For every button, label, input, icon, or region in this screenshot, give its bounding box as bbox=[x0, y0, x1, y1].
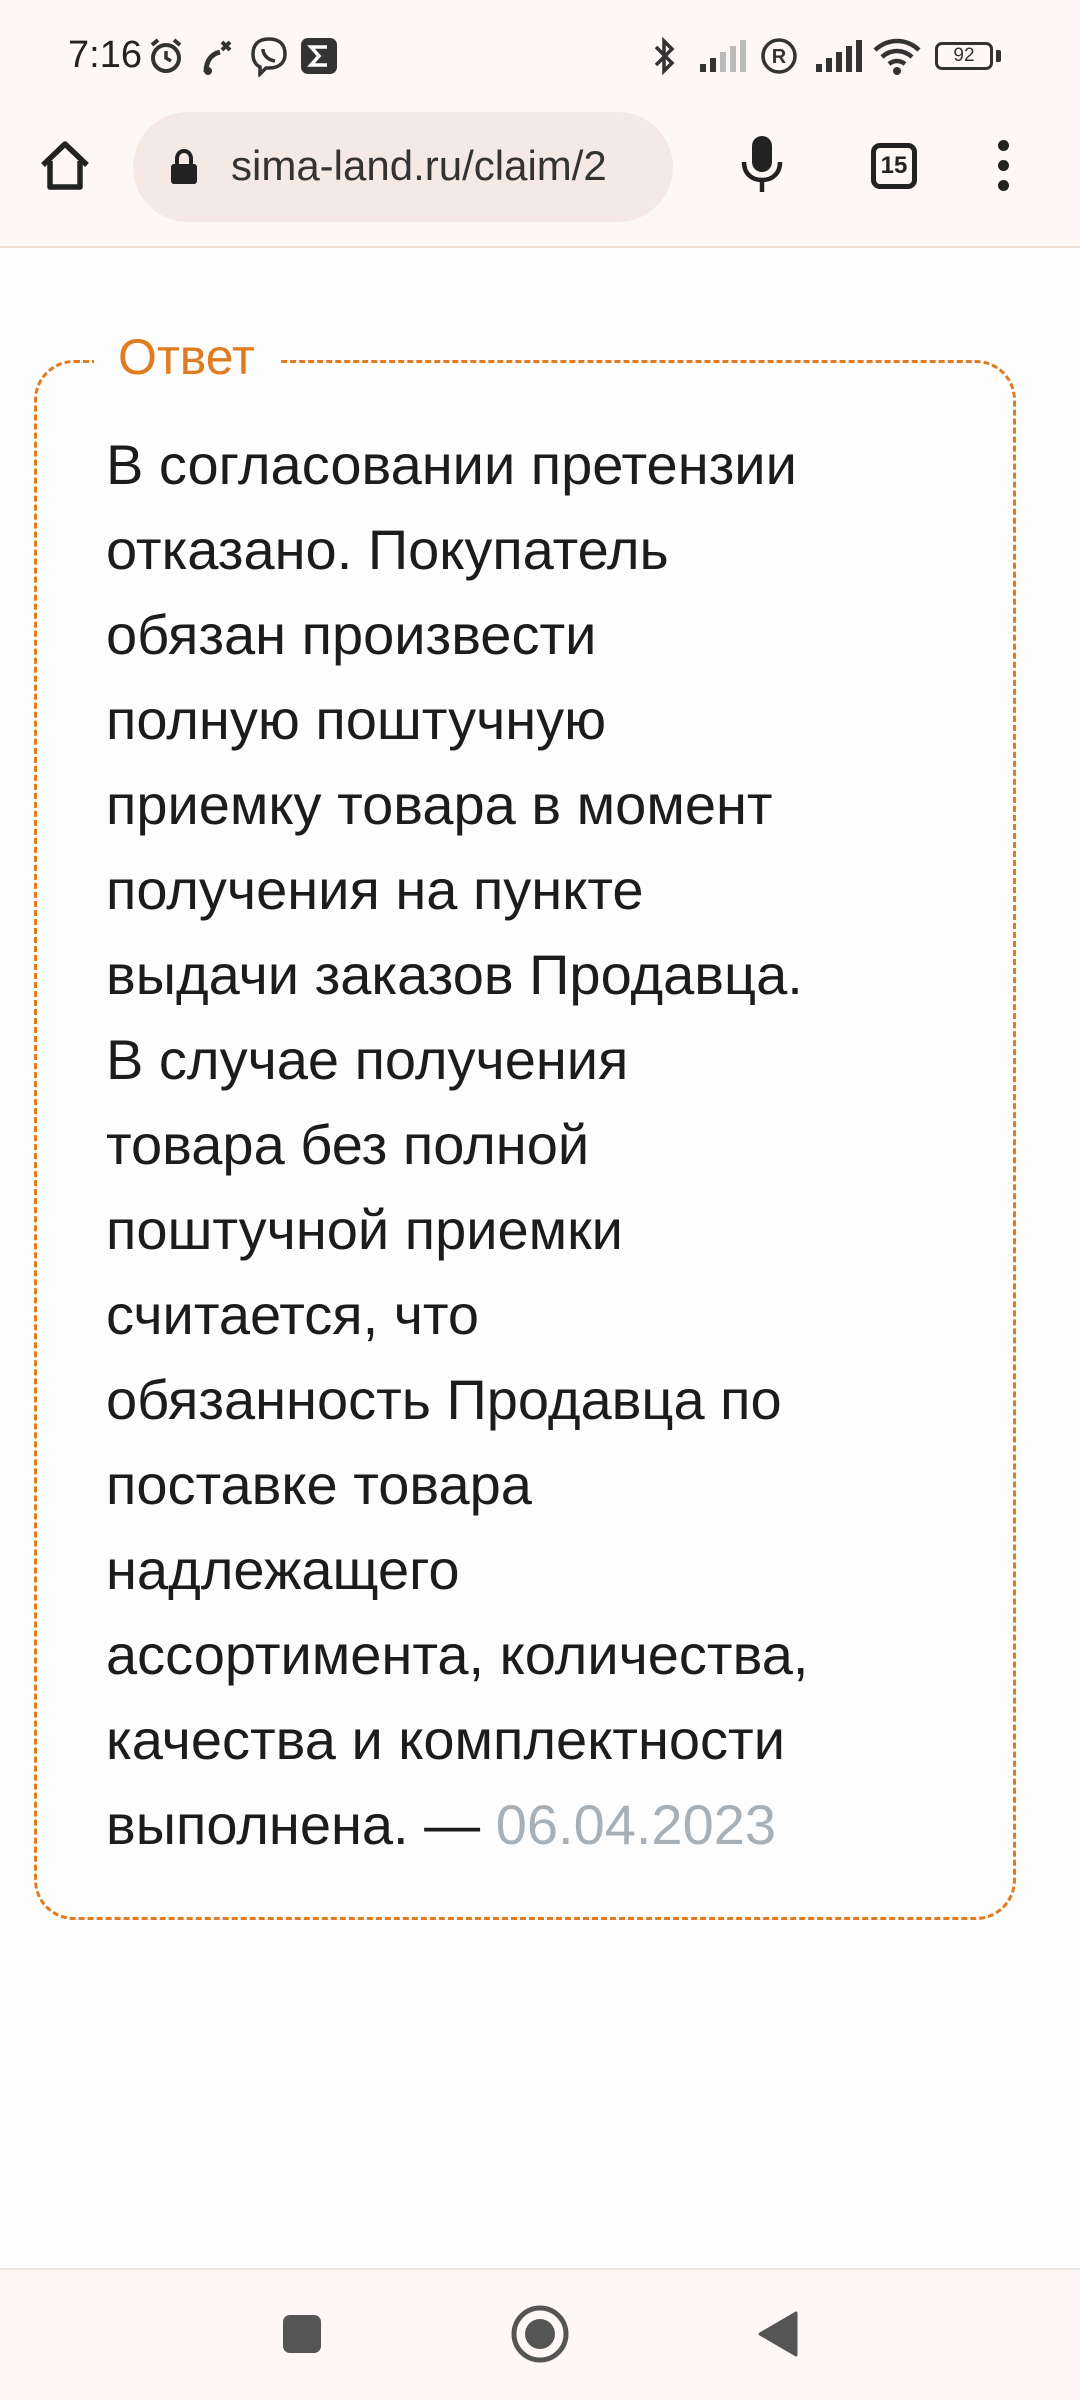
answer-line: поштучной приемки bbox=[106, 1198, 623, 1261]
tab-count: 15 bbox=[880, 152, 908, 179]
menu-dot bbox=[997, 139, 1009, 151]
answer-line: В согласовании претензии bbox=[106, 433, 797, 496]
answer-line: качества и комплектности bbox=[106, 1708, 785, 1771]
wifi-icon bbox=[872, 34, 922, 78]
menu-dot bbox=[997, 159, 1009, 171]
battery-level: 92 bbox=[953, 45, 975, 66]
battery-icon: 92 bbox=[935, 42, 993, 70]
answer-text: В согласовании претензии отказано. Покуп… bbox=[106, 422, 966, 1867]
back-button[interactable] bbox=[738, 2294, 818, 2374]
viber-icon bbox=[248, 34, 290, 78]
answer-line: товара без полной bbox=[106, 1113, 590, 1176]
recents-button[interactable] bbox=[262, 2294, 342, 2374]
answer-date: 06.04.2023 bbox=[495, 1793, 777, 1856]
lock-icon bbox=[171, 149, 197, 184]
svg-text:R: R bbox=[772, 46, 787, 68]
answer-line: В случае получения bbox=[106, 1028, 629, 1091]
sigma-app-icon bbox=[300, 34, 338, 78]
signal-2-icon bbox=[814, 34, 862, 78]
mic-icon bbox=[741, 136, 783, 192]
status-time: 7:16 bbox=[68, 34, 142, 76]
browser-toolbar: sima-land.ru/claim/2 15 bbox=[0, 110, 1080, 248]
answer-line: ассортимента, количества, bbox=[106, 1623, 809, 1686]
battery-tip bbox=[996, 50, 1001, 62]
answer-line: надлежащего bbox=[106, 1538, 460, 1601]
answer-line: выдачи заказов Продавца. bbox=[106, 943, 803, 1006]
answer-line: получения на пункте bbox=[106, 858, 644, 921]
recents-square-icon bbox=[283, 2315, 321, 2353]
answer-line: обязанность Продавца по bbox=[106, 1368, 782, 1431]
missed-call-icon bbox=[200, 34, 236, 78]
home-circle-icon bbox=[511, 2305, 569, 2363]
screen: 7:16 R 92 sima-land.ru/claim/2 15 Ответ … bbox=[0, 0, 1080, 2400]
alarm-icon bbox=[146, 34, 186, 78]
more-vert-icon[interactable] bbox=[976, 128, 1030, 202]
answer-line: отказано. Покупатель bbox=[106, 518, 669, 581]
system-nav-bar bbox=[0, 2268, 1080, 2400]
roaming-r-icon: R bbox=[760, 34, 798, 78]
signal-1-icon bbox=[698, 34, 746, 78]
answer-line: приемку товара в момент bbox=[106, 773, 773, 836]
back-triangle-icon bbox=[758, 2311, 798, 2357]
answer-last-line: выполнена. — 06.04.2023 bbox=[106, 1782, 966, 1867]
answer-line: поставке товара bbox=[106, 1453, 532, 1516]
tabs-button[interactable]: 15 bbox=[862, 134, 926, 198]
answer-line: обязан произвести bbox=[106, 603, 597, 666]
voice-search-button[interactable] bbox=[725, 128, 799, 202]
answer-last-text: выполнена. — bbox=[106, 1793, 481, 1856]
address-bar[interactable]: sima-land.ru/claim/2 bbox=[133, 112, 673, 222]
answer-line: полную поштучную bbox=[106, 688, 607, 751]
url-text: sima-land.ru/claim/2 bbox=[231, 142, 607, 189]
status-bar: 7:16 R 92 bbox=[0, 0, 1080, 110]
answer-line: считается, что bbox=[106, 1283, 480, 1346]
menu-dot bbox=[997, 179, 1009, 191]
home-icon bbox=[41, 141, 89, 190]
tabs-icon: 15 bbox=[871, 143, 917, 189]
home-nav-button[interactable] bbox=[500, 2294, 580, 2374]
answer-legend: Ответ bbox=[94, 324, 279, 390]
home-button[interactable] bbox=[28, 128, 102, 202]
bluetooth-icon bbox=[652, 34, 678, 78]
